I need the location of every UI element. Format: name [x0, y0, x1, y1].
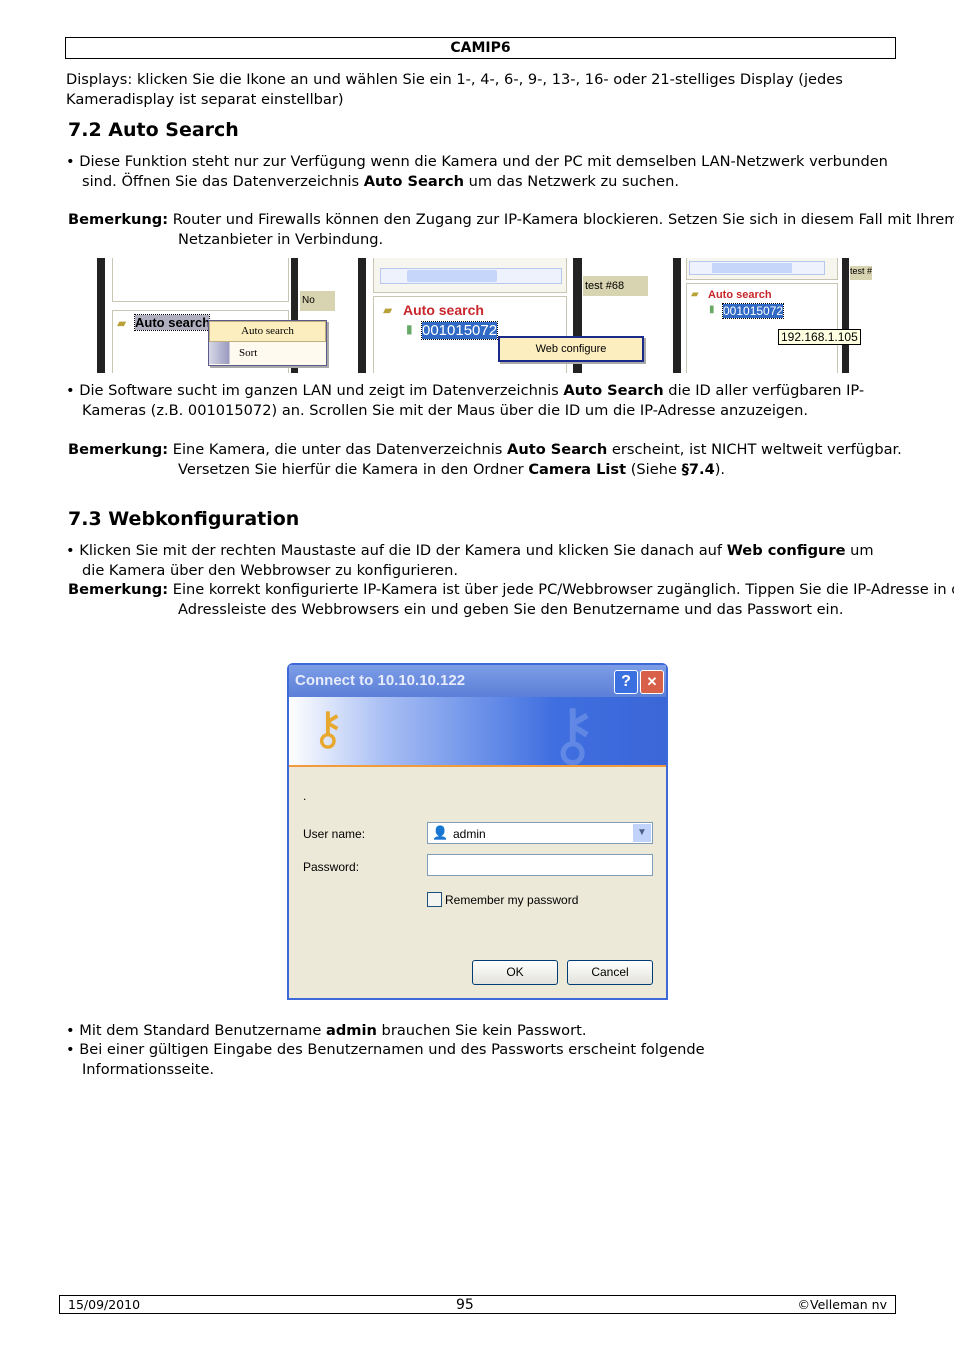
dialog-message: . — [303, 789, 307, 803]
horizontal-scrollbar[interactable] — [689, 261, 825, 275]
bullet-web-config-1: • Klicken Sie mit der rechten Maustaste … — [66, 542, 874, 579]
column-header: test #68 — [583, 276, 648, 296]
note-not-worldwide: Bemerkung: Eine Kamera, die unter das Da… — [68, 441, 902, 478]
cancel-button[interactable]: Cancel — [567, 960, 653, 985]
dialog-title: Connect to 10.10.10.122 — [295, 672, 466, 689]
folder-icon: ▰ — [691, 289, 699, 300]
close-button[interactable]: ✕ — [640, 670, 664, 694]
help-button[interactable]: ? — [614, 670, 638, 694]
remember-password-label[interactable]: Remember my password — [445, 893, 578, 907]
menu-item-web-configure[interactable]: Web configure — [498, 336, 644, 362]
column-header: test # — [850, 266, 872, 280]
section-heading-7-3: 7.3 Webkonfiguration — [68, 508, 300, 530]
menu-item-auto-search[interactable]: Auto search — [209, 321, 326, 342]
footer-date: 15/09/2010 — [68, 1297, 141, 1312]
footer-copyright: ©Velleman nv — [797, 1297, 887, 1312]
horizontal-scrollbar[interactable] — [380, 268, 562, 284]
user-icon: 👤 — [432, 825, 449, 840]
dialog-banner: ⚷ ⚷ — [289, 695, 666, 773]
keys-watermark-icon: ⚷ — [547, 695, 599, 773]
tree-node-auto-search[interactable]: Auto search — [134, 314, 210, 331]
column-header: No — [300, 291, 335, 311]
note-firewall: Bemerkung: Router und Firewalls können d… — [68, 211, 954, 248]
camera-icon: ▮ — [709, 304, 715, 315]
ip-tooltip: 192.168.1.105 — [778, 329, 861, 345]
bullet-auto-search-2: • Die Software sucht im ganzen LAN und z… — [66, 382, 865, 419]
bullet-info-page: • Bei einer gültigen Eingabe des Benutze… — [66, 1041, 705, 1078]
bullet-admin: • Mit dem Standard Benutzername admin br… — [66, 1022, 587, 1039]
camera-icon: ▮ — [406, 322, 413, 336]
intro-paragraph: Displays: klicken Sie die Ikone an und w… — [66, 71, 843, 108]
ok-button[interactable]: OK — [472, 960, 558, 985]
screenshot-web-configure-menu: test #68 ▰ Auto search ▮ 001015072 Web c… — [358, 258, 648, 373]
folder-icon: ▰ — [117, 316, 127, 330]
note-web-browser: Bemerkung: Eine korrekt konfigurierte IP… — [68, 581, 954, 618]
screenshot-ip-tooltip: test # ▰ Auto search ▮ 001015072 192.168… — [671, 258, 872, 373]
password-input[interactable] — [427, 854, 653, 876]
tree-node-auto-search[interactable]: Auto search — [708, 289, 772, 301]
user-name-combobox[interactable]: 👤 admin ▼ — [427, 822, 653, 844]
tree-node-auto-search[interactable]: Auto search — [403, 302, 484, 318]
folder-icon: ▰ — [383, 303, 393, 317]
remember-password-checkbox[interactable] — [427, 892, 442, 907]
document-header: CAMIP6 — [65, 37, 896, 59]
page-number: 95 — [456, 1297, 474, 1313]
bullet-auto-search-1: • Diese Funktion steht nur zur Verfügung… — [66, 153, 888, 190]
screenshot-auto-search-menu: No ▰ Auto search Auto search Sort — [95, 258, 335, 373]
context-menu: Auto search Sort — [208, 320, 327, 366]
password-label: Password: — [303, 860, 360, 874]
login-dialog: Connect to 10.10.10.122 ? ✕ ⚷ ⚷ . User n… — [287, 663, 668, 1000]
page-footer: 15/09/2010 95 ©Velleman nv — [59, 1295, 896, 1314]
camera-id-node[interactable]: 001015072 — [721, 303, 785, 319]
keys-icon: ⚷ — [311, 702, 345, 754]
menu-item-sort[interactable]: Sort — [209, 342, 326, 364]
user-name-label: User name: — [303, 827, 366, 841]
section-heading-7-2: 7.2 Auto Search — [68, 119, 239, 141]
user-name-value: admin — [453, 827, 486, 841]
camera-id-node[interactable]: 001015072 — [420, 321, 499, 340]
chevron-down-icon[interactable]: ▼ — [633, 824, 651, 842]
dialog-title-bar: Connect to 10.10.10.122 — [289, 665, 666, 697]
